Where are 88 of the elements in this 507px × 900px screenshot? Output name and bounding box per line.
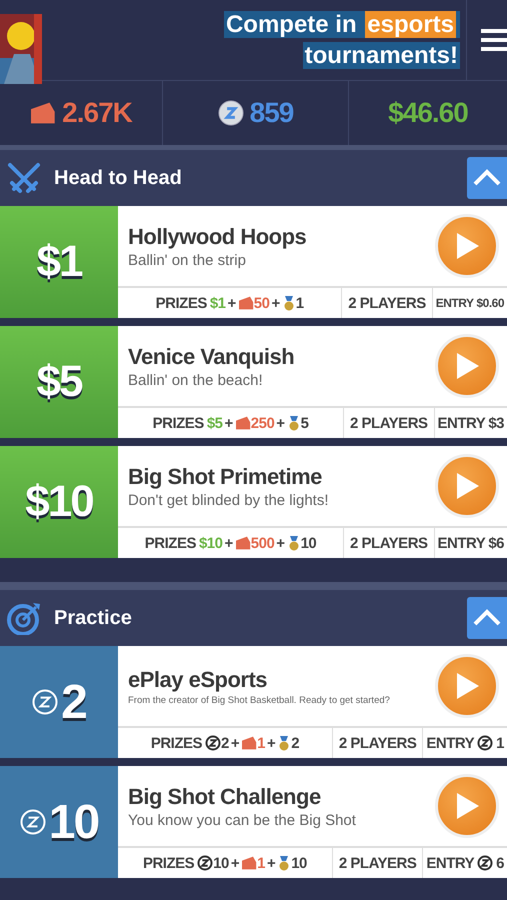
ticket-icon (241, 735, 258, 751)
prize-amount: 50 (254, 294, 270, 312)
ticket-icon (238, 295, 254, 311)
coin-icon (20, 809, 46, 835)
target-icon (6, 601, 42, 635)
players-count: 2 PLAYERS (350, 414, 428, 432)
price-label: $5 (36, 357, 82, 407)
players-count: 2 PLAYERS (338, 854, 416, 872)
ticket-icon (241, 855, 258, 871)
plus-sign: + (230, 854, 240, 872)
entry-amount: $0.60 (476, 296, 504, 310)
game-title: ePlay eSports (128, 666, 268, 692)
prize-amount: 1 (257, 854, 265, 872)
medal-icon (286, 415, 301, 431)
coin-icon (218, 100, 244, 126)
coin-icon (32, 689, 58, 715)
players-count: 2 PLAYERS (338, 734, 416, 752)
prize-amount: 2 (221, 734, 229, 752)
players-count: 2 PLAYERS (348, 294, 426, 312)
entry-label: ENTRY (426, 854, 474, 872)
plus-sign: + (266, 854, 276, 872)
game-title: Big Shot Primetime (128, 464, 323, 490)
game-subtitle: From the creator of Big Shot Basketball. Ready to get started? (128, 694, 391, 706)
prizes-label: PRIZES (156, 294, 207, 312)
entry-label: ENTRY (438, 534, 486, 552)
price-label: $10 (25, 477, 93, 527)
plus-sign: + (271, 294, 280, 312)
entry-label: ENTRY (426, 734, 474, 752)
plus-sign: + (224, 534, 233, 552)
prizes-label: PRIZES (144, 534, 196, 552)
price-label: 10 (48, 794, 98, 850)
ticket-icon (30, 100, 56, 126)
swords-icon (6, 161, 42, 195)
prize-amount: 500 (250, 534, 274, 552)
game-subtitle: You know you can be the Big Shot (128, 812, 357, 828)
prize-amount: $5 (206, 414, 222, 432)
ticket-icon (234, 415, 251, 431)
plus-sign: + (276, 534, 285, 552)
plus-sign: + (266, 734, 276, 752)
section-title: Head to Head (54, 166, 183, 190)
prize-amount: 10 (291, 854, 307, 872)
medal-icon (282, 295, 296, 311)
coin-icon (477, 735, 494, 751)
entry-amount: 1 (496, 734, 504, 752)
prize-amount: $1 (210, 294, 226, 312)
entry-label: ENTRY (436, 296, 474, 310)
balance-amount: 859 (250, 97, 294, 129)
prizes-label: PRIZES (142, 854, 194, 872)
balance-amount: $46.60 (388, 97, 468, 129)
game-title: Hollywood Hoops (128, 224, 308, 250)
medal-icon (277, 855, 292, 871)
entry-amount: 6 (496, 854, 504, 872)
players-count: 2 PLAYERS (350, 534, 428, 552)
header-title: Compete in esports tournaments! (222, 10, 460, 71)
prizes-label: PRIZES (150, 734, 202, 752)
game-title: Big Shot Challenge (128, 784, 322, 810)
ticket-icon (234, 535, 251, 551)
medal-icon (277, 735, 292, 751)
coin-icon (477, 855, 494, 871)
prizes-label: PRIZES (152, 414, 204, 432)
prize-amount: 250 (250, 414, 274, 432)
balance-amount: 2.67K (62, 97, 132, 129)
price-label: $1 (36, 237, 82, 287)
prize-amount: $10 (198, 534, 222, 552)
entry-amount: $6 (488, 534, 504, 552)
coin-icon (197, 855, 214, 871)
game-subtitle: Ballin' on the beach! (128, 372, 264, 388)
price-label: 2 (61, 674, 86, 730)
section-title: Practice (54, 606, 133, 630)
game-subtitle: Don't get blinded by the lights! (128, 492, 330, 508)
medal-icon (286, 535, 301, 551)
prize-amount: 10 (300, 534, 316, 552)
prize-amount: 5 (300, 414, 308, 432)
game-subtitle: Ballin' on the strip (128, 252, 247, 268)
entry-amount: $3 (488, 414, 504, 432)
prize-amount: 2 (291, 734, 300, 752)
plus-sign: + (224, 414, 233, 432)
entry-label: ENTRY (438, 414, 486, 432)
plus-sign: + (276, 414, 285, 432)
prize-amount: 1 (257, 734, 265, 752)
prize-amount: 1 (296, 294, 304, 312)
prize-amount: 10 (213, 854, 229, 872)
coin-icon (205, 735, 221, 751)
plus-sign: + (230, 734, 240, 752)
collapse-button[interactable] (467, 597, 507, 639)
collapse-button[interactable] (467, 157, 507, 199)
plus-sign: + (228, 294, 236, 312)
game-title: Venice Vanquish (128, 344, 296, 370)
